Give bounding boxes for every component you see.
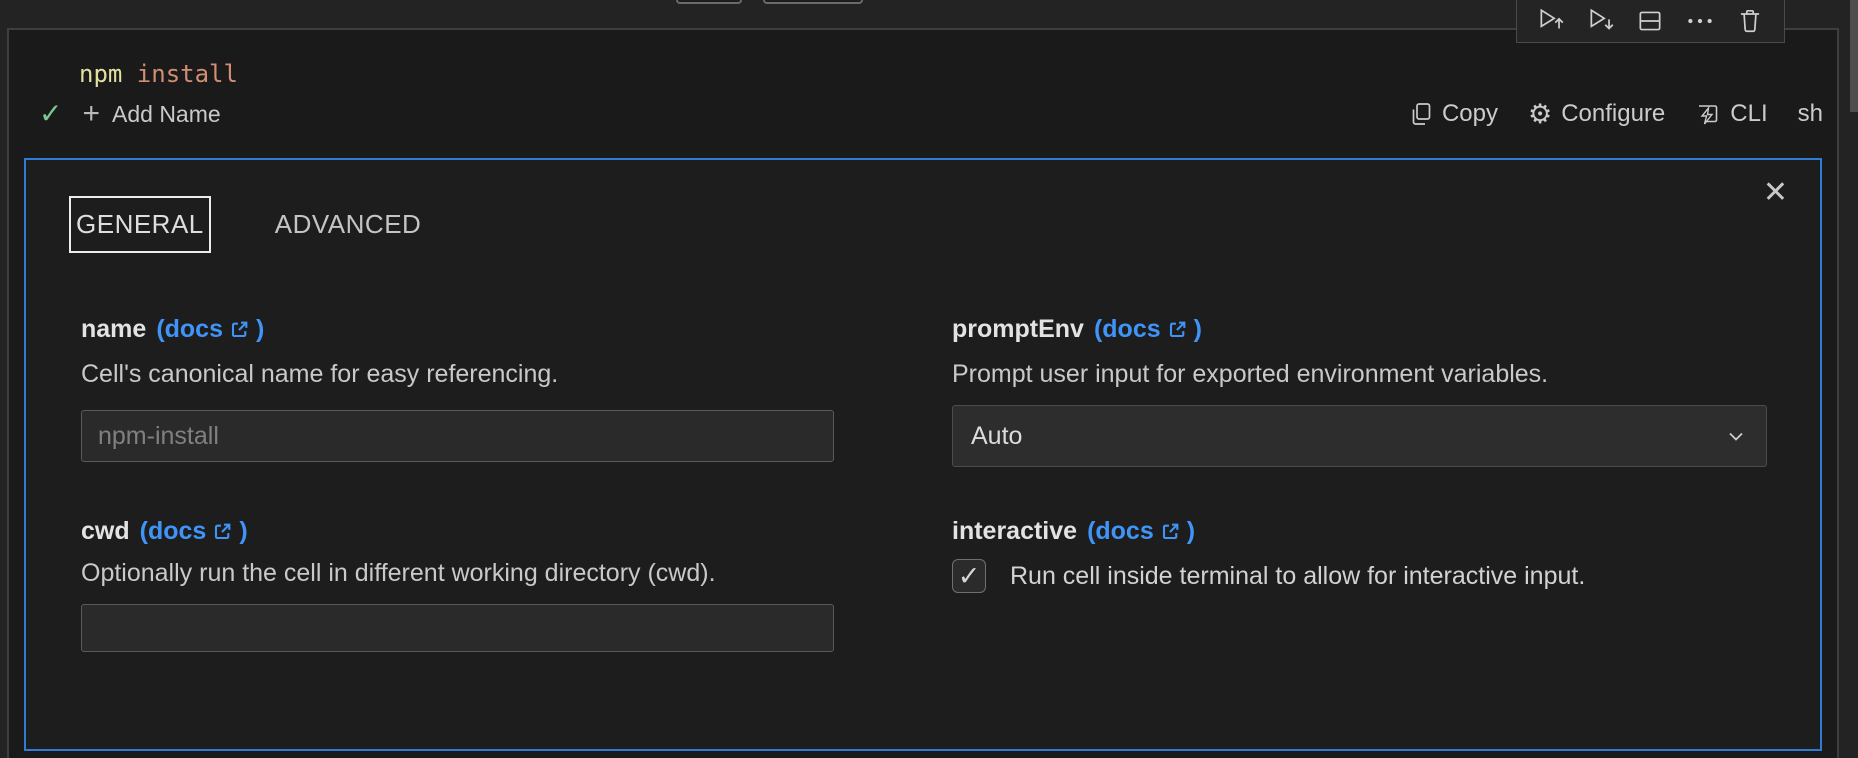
dialog-tabs: GENERAL ADVANCED [69,196,421,253]
scrollbar-thumb[interactable] [1850,0,1858,112]
cli-button[interactable]: CLI [1695,100,1767,128]
notebook-editor: npm install ✓ + Add Name Copy ⚙ Configur… [0,0,1858,758]
add-name-label: Add Name [112,101,221,128]
execute-below-icon[interactable] [1585,5,1617,37]
interactive-checkbox[interactable]: ✓ [952,559,986,593]
interactive-label: interactive [952,517,1077,546]
name-label: name [81,315,146,344]
promptenv-docs-link[interactable]: (docs ) [1094,315,1202,344]
configure-label: Configure [1561,100,1665,128]
cli-icon [1695,101,1721,127]
copy-icon [1409,101,1433,127]
name-input[interactable] [81,410,834,462]
promptenv-field-label: promptEnv (docs ) [952,315,1767,344]
more-actions-icon[interactable] [1684,5,1716,37]
configure-dialog: ✕ GENERAL ADVANCED name (docs ) Cell's c… [24,158,1822,751]
language-label[interactable]: sh [1798,100,1823,128]
external-link-icon [1167,319,1188,340]
name-field-label: name (docs ) [81,315,834,344]
cut-off-button[interactable] [763,0,863,4]
promptenv-field-description: Prompt user input for exported environme… [952,360,1767,389]
promptenv-select[interactable]: Auto [952,405,1767,467]
code-token-npm: npm [79,60,122,88]
cut-off-button[interactable] [676,0,742,4]
cwd-docs-link[interactable]: (docs ) [140,517,248,546]
docs-link-close: ) [1187,517,1195,546]
docs-link-open: (docs [1087,517,1154,546]
external-link-icon [212,521,233,542]
docs-link-open: (docs [156,315,223,344]
interactive-docs-link[interactable]: (docs ) [1087,517,1195,546]
cell-status-row: ✓ + Add Name [39,100,221,128]
cwd-input[interactable] [81,604,834,652]
interactive-checkbox-label: Run cell inside terminal to allow for in… [1010,562,1585,591]
copy-button[interactable]: Copy [1409,100,1498,128]
external-link-icon [229,319,250,340]
cli-label: CLI [1730,100,1767,128]
success-check-icon: ✓ [39,100,62,128]
code-token-install: install [122,60,238,88]
close-icon[interactable]: ✕ [1763,178,1788,208]
docs-link-open: (docs [1094,315,1161,344]
docs-link-open: (docs [140,517,207,546]
tab-advanced[interactable]: ADVANCED [275,209,422,240]
plus-icon: + [82,102,100,126]
chevron-down-icon [1724,424,1748,448]
interactive-checkbox-row: ✓ Run cell inside terminal to allow for … [952,559,1767,593]
cwd-label: cwd [81,517,130,546]
cell-code[interactable]: npm install [79,60,238,88]
copy-label: Copy [1442,100,1498,128]
delete-cell-icon[interactable] [1734,5,1766,37]
external-link-icon [1160,521,1181,542]
gear-icon: ⚙ [1528,101,1552,128]
split-cell-icon[interactable] [1634,5,1666,37]
promptenv-label: promptEnv [952,315,1084,344]
execute-above-icon[interactable] [1535,5,1567,37]
notebook-cell: npm install ✓ + Add Name Copy ⚙ Configur… [7,28,1839,758]
docs-link-close: ) [239,517,247,546]
interactive-field-label: interactive (docs ) [952,517,1767,546]
configure-button[interactable]: ⚙ Configure [1528,100,1665,128]
cell-toolbar [1516,0,1785,43]
cwd-field-description: Optionally run the cell in different wor… [81,559,834,588]
docs-link-close: ) [256,315,264,344]
cell-actions: Copy ⚙ Configure CLI sh [1409,100,1823,128]
add-name-button[interactable]: + Add Name [82,101,220,128]
tab-general[interactable]: GENERAL [69,196,211,253]
cwd-field-label: cwd (docs ) [81,517,834,546]
promptenv-selected-value: Auto [971,422,1022,451]
name-docs-link[interactable]: (docs ) [156,315,264,344]
name-field-description: Cell's canonical name for easy referenci… [81,360,834,389]
docs-link-close: ) [1194,315,1202,344]
